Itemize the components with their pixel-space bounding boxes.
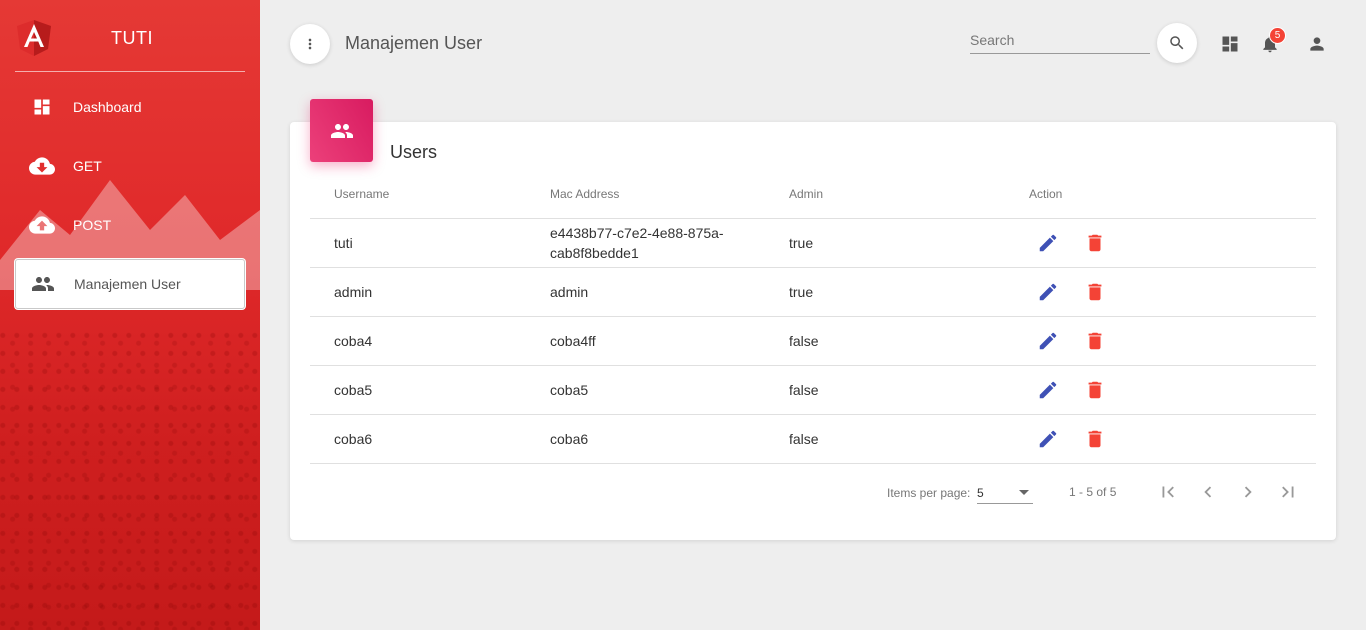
edit-icon <box>1039 283 1057 300</box>
delete-icon <box>1088 381 1102 398</box>
sidebar-item-dashboard[interactable]: Dashboard <box>15 82 245 132</box>
edit-button[interactable] <box>1033 326 1063 356</box>
delete-button[interactable] <box>1080 375 1110 405</box>
cell-username: coba6 <box>310 414 550 464</box>
cell-admin: true <box>789 218 1029 268</box>
cell-action <box>1029 218 1316 268</box>
cell-action <box>1029 414 1316 464</box>
profile-button[interactable] <box>1305 32 1329 56</box>
delete-icon <box>1088 283 1102 300</box>
cell-mac-address: coba5 <box>550 365 789 415</box>
cloud-download-icon <box>28 152 56 180</box>
table-row: coba4 coba4ff false <box>310 316 1316 366</box>
last-page-icon <box>1282 486 1294 498</box>
more-menu-button[interactable] <box>290 24 330 64</box>
first-page-icon <box>1162 486 1174 498</box>
items-per-page-label: Items per page: <box>887 486 971 500</box>
sidebar-item-label: GET <box>73 158 102 174</box>
column-header-username: Username <box>310 170 550 219</box>
edit-icon <box>1039 381 1057 398</box>
search-field <box>970 28 1150 54</box>
edit-icon <box>1039 430 1057 447</box>
search-input[interactable] <box>970 28 1150 52</box>
delete-icon <box>1088 234 1102 251</box>
dropdown-arrow-icon <box>1019 490 1029 495</box>
page-title: Manajemen User <box>345 33 483 53</box>
items-per-page-select[interactable]: 5 <box>977 480 1033 504</box>
edit-button[interactable] <box>1033 375 1063 405</box>
cell-admin: false <box>789 365 1029 415</box>
person-icon <box>1310 37 1324 51</box>
cell-admin: false <box>789 316 1029 366</box>
dashboard-icon <box>28 93 56 121</box>
dashboard-icon <box>1222 36 1238 52</box>
chevron-right-icon <box>1244 486 1252 498</box>
previous-page-button[interactable] <box>1194 478 1222 506</box>
last-page-button[interactable] <box>1274 478 1302 506</box>
people-icon <box>29 270 57 298</box>
table-row: coba5 coba5 false <box>310 365 1316 415</box>
sidebar-header: TUTI <box>15 0 245 72</box>
edit-button[interactable] <box>1033 277 1063 307</box>
cloud-upload-icon <box>28 211 56 239</box>
items-per-page-value: 5 <box>977 486 984 500</box>
column-header-mac-address: Mac Address <box>550 170 789 219</box>
column-header-action: Action <box>1029 170 1316 219</box>
page-range-label: 1 - 5 of 5 <box>1069 485 1117 499</box>
table-row: tuti e4438b77-c7e2-4e88-875a-cab8f8bedde… <box>310 218 1316 268</box>
angular-logo-icon[interactable] <box>17 20 51 56</box>
sidebar-item-label: Dashboard <box>73 99 142 115</box>
sidebar-item-get[interactable]: GET <box>15 141 245 191</box>
edit-icon <box>1039 234 1057 251</box>
cell-mac-address: coba4ff <box>550 316 789 366</box>
cell-action <box>1029 316 1316 366</box>
delete-icon <box>1088 332 1102 349</box>
search-button[interactable] <box>1157 23 1197 63</box>
card-header-icon <box>310 99 373 162</box>
delete-icon <box>1088 430 1102 447</box>
delete-button[interactable] <box>1080 277 1110 307</box>
sidebar-background-field <box>0 330 260 630</box>
cell-action <box>1029 267 1316 317</box>
next-page-button[interactable] <box>1234 478 1262 506</box>
notification-badge: 5 <box>1269 27 1286 44</box>
table-row: admin admin true <box>310 267 1316 317</box>
sidebar-item-post[interactable]: POST <box>15 200 245 250</box>
cell-mac-address: coba6 <box>550 414 789 464</box>
cell-action <box>1029 365 1316 415</box>
paginator: Items per page: 5 1 - 5 of 5 <box>887 478 1317 506</box>
sidebar-item-label: Manajemen User <box>74 276 181 292</box>
delete-button[interactable] <box>1080 326 1110 356</box>
people-icon <box>330 123 353 138</box>
column-header-admin: Admin <box>789 170 1029 219</box>
sidebar-nav: Dashboard GET POST Manajemen User <box>15 82 245 318</box>
delete-button[interactable] <box>1080 228 1110 258</box>
first-page-button[interactable] <box>1154 478 1182 506</box>
delete-button[interactable] <box>1080 424 1110 454</box>
cell-mac-address: e4438b77-c7e2-4e88-875a-cab8f8bedde1 <box>550 218 789 268</box>
edit-icon <box>1039 332 1057 349</box>
edit-button[interactable] <box>1033 424 1063 454</box>
cell-admin: true <box>789 267 1029 317</box>
brand-name[interactable]: TUTI <box>111 28 153 49</box>
table-header-row: Username Mac Address Admin Action <box>310 170 1316 219</box>
chevron-left-icon <box>1204 486 1212 498</box>
search-icon <box>1170 36 1184 50</box>
sidebar-item-manajemen-user[interactable]: Manajemen User <box>15 259 245 309</box>
sidebar: TUTI Dashboard GET POST Manajemen User <box>0 0 260 630</box>
cell-username: tuti <box>310 218 550 268</box>
cell-username: coba5 <box>310 365 550 415</box>
card-title: Users <box>390 142 438 162</box>
cell-username: admin <box>310 267 550 317</box>
dashboard-button[interactable] <box>1218 32 1242 56</box>
cell-mac-address: admin <box>550 267 789 317</box>
cell-username: coba4 <box>310 316 550 366</box>
users-table: Username Mac Address Admin Action tuti e… <box>310 170 1316 464</box>
more-vert-icon <box>308 38 312 50</box>
table-row: coba6 coba6 false <box>310 414 1316 464</box>
edit-button[interactable] <box>1033 228 1063 258</box>
cell-admin: false <box>789 414 1029 464</box>
sidebar-item-label: POST <box>73 217 112 233</box>
